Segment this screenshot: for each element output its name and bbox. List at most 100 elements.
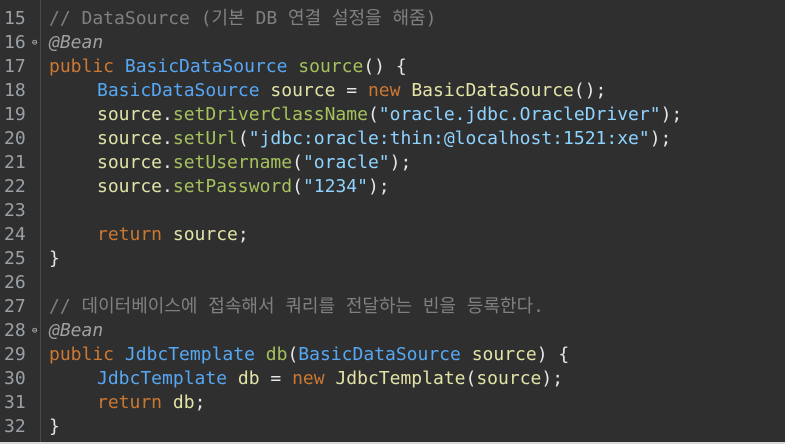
code-comment: // 데이터베이스에 접속해서 쿼리를 전달하는 빈을 등록한다. bbox=[49, 296, 544, 317]
annotation-token: @Bean bbox=[49, 320, 104, 341]
type-token: BasicDataSource bbox=[124, 56, 288, 77]
punctuation-token: = bbox=[259, 368, 293, 389]
punctuation-token: = bbox=[335, 80, 368, 101]
identifier-token: source bbox=[172, 224, 238, 245]
punctuation-token: ; bbox=[237, 224, 249, 245]
identifier-token: source bbox=[97, 152, 163, 173]
punctuation-token: } bbox=[49, 416, 60, 437]
punctuation-token: . bbox=[162, 128, 173, 149]
code-line[interactable]: return source; bbox=[97, 223, 249, 247]
keyword-token: new bbox=[367, 80, 401, 101]
type-token: JdbcTemplate bbox=[124, 344, 255, 365]
line-number[interactable]: 18 bbox=[4, 79, 34, 103]
punctuation-token: ( bbox=[237, 128, 249, 149]
punctuation-token bbox=[400, 80, 411, 101]
punctuation-token bbox=[114, 56, 125, 77]
line-number[interactable]: 27 bbox=[4, 295, 34, 319]
punctuation-token: } bbox=[49, 248, 60, 269]
punctuation-token: ); bbox=[367, 176, 390, 197]
code-line[interactable]: } bbox=[49, 415, 60, 439]
punctuation-token: ; bbox=[194, 392, 206, 413]
code-line[interactable]: BasicDataSource source = new BasicDataSo… bbox=[97, 79, 606, 103]
code-line[interactable]: source.setUrl("jdbc:oracle:thin:@localho… bbox=[97, 127, 671, 151]
annotation-token: @Bean bbox=[49, 32, 104, 53]
keyword-token: return bbox=[97, 392, 163, 413]
line-number[interactable]: 20 bbox=[4, 127, 34, 151]
punctuation-token bbox=[325, 368, 336, 389]
line-number[interactable]: 25 bbox=[4, 247, 34, 271]
line-number[interactable]: 30 bbox=[4, 367, 34, 391]
code-line[interactable]: @Bean bbox=[49, 31, 103, 55]
line-number[interactable]: 26 bbox=[4, 271, 34, 295]
line-number[interactable]: 28 bbox=[4, 319, 34, 343]
punctuation-token bbox=[162, 392, 173, 413]
line-number[interactable]: 24 bbox=[4, 223, 34, 247]
punctuation-token: ); bbox=[660, 104, 683, 125]
punctuation-token: ( bbox=[292, 176, 303, 197]
line-number[interactable]: 21 bbox=[4, 151, 34, 175]
code-line[interactable]: return db; bbox=[97, 391, 205, 415]
punctuation-token: ( bbox=[292, 152, 303, 173]
line-number[interactable]: 29 bbox=[4, 343, 34, 367]
identifier-token: db bbox=[237, 368, 260, 389]
line-number[interactable]: 32 bbox=[4, 415, 34, 439]
code-line[interactable]: @Bean bbox=[49, 319, 103, 343]
identifier-token: JdbcTemplate bbox=[335, 368, 466, 389]
code-line[interactable]: source.setDriverClassName("oracle.jdbc.O… bbox=[97, 103, 682, 127]
punctuation-token: ); bbox=[649, 128, 672, 149]
method-name-token: setUsername bbox=[172, 152, 293, 173]
punctuation-token bbox=[255, 344, 266, 365]
line-number-gutter[interactable]: 15 16 ⊖ 17 18 19 20 21 22 23 24 25 26 27 28 ⊖ 29 30 31 32 bbox=[0, 0, 41, 444]
code-line[interactable]: } bbox=[49, 247, 60, 271]
code-line[interactable]: source.setUsername("oracle"); bbox=[97, 151, 411, 175]
punctuation-token: ); bbox=[389, 152, 412, 173]
fold-collapse-icon[interactable]: ⊖ bbox=[32, 319, 40, 343]
identifier-token: source bbox=[97, 176, 163, 197]
code-comment: // DataSource (기본 DB 연결 설정을 해줌) bbox=[49, 8, 437, 29]
punctuation-token: () { bbox=[363, 56, 407, 77]
punctuation-token bbox=[227, 368, 238, 389]
identifier-token: source bbox=[97, 128, 163, 149]
identifier-token: source bbox=[476, 368, 542, 389]
code-area[interactable]: // DataSource (기본 DB 연결 설정을 해줌) @Bean publ… bbox=[41, 0, 785, 444]
keyword-token: new bbox=[292, 368, 325, 389]
method-name-token: db bbox=[265, 344, 288, 365]
line-number[interactable]: 22 bbox=[4, 175, 34, 199]
code-line[interactable]: source.setPassword("1234"); bbox=[97, 175, 390, 199]
code-line[interactable]: // DataSource (기본 DB 연결 설정을 해줌) bbox=[49, 7, 436, 31]
punctuation-token bbox=[287, 56, 298, 77]
fold-collapse-icon[interactable]: ⊖ bbox=[32, 31, 40, 55]
code-line[interactable]: // 데이터베이스에 접속해서 쿼리를 전달하는 빈을 등록한다. bbox=[49, 295, 544, 319]
identifier-token: db bbox=[172, 392, 195, 413]
keyword-token: return bbox=[97, 224, 163, 245]
code-editor[interactable]: 15 16 ⊖ 17 18 19 20 21 22 23 24 25 26 27 28 ⊖ 29 30 31 32 /… bbox=[0, 0, 785, 444]
type-token: BasicDataSource bbox=[97, 80, 260, 101]
line-number[interactable]: 17 bbox=[4, 55, 34, 79]
line-number[interactable]: 16 bbox=[4, 31, 34, 55]
punctuation-token: . bbox=[162, 176, 173, 197]
identifier-token: source bbox=[97, 104, 163, 125]
line-number[interactable]: 31 bbox=[4, 391, 34, 415]
line-number[interactable]: 23 bbox=[4, 199, 34, 223]
code-line[interactable]: public BasicDataSource source() { bbox=[49, 55, 407, 79]
punctuation-token: ( bbox=[287, 344, 299, 365]
code-line[interactable]: public JdbcTemplate db(BasicDataSource s… bbox=[49, 343, 569, 367]
string-literal: "oracle.jdbc.OracleDriver" bbox=[378, 104, 661, 125]
punctuation-token: ( bbox=[367, 104, 379, 125]
identifier-token: source bbox=[270, 80, 336, 101]
line-number[interactable]: 15 bbox=[4, 7, 34, 31]
method-name-token: setDriverClassName bbox=[172, 104, 368, 125]
punctuation-token bbox=[114, 344, 125, 365]
punctuation-token: . bbox=[162, 152, 173, 173]
punctuation-token bbox=[461, 344, 472, 365]
keyword-token: public bbox=[49, 344, 115, 365]
string-literal: "oracle" bbox=[302, 152, 390, 173]
line-number[interactable]: 19 bbox=[4, 103, 34, 127]
punctuation-token: (); bbox=[573, 80, 607, 101]
punctuation-token: ); bbox=[541, 368, 564, 389]
code-line[interactable]: JdbcTemplate db = new JdbcTemplate(sourc… bbox=[97, 367, 563, 391]
method-name-token: setUrl bbox=[172, 128, 238, 149]
method-name-token: source bbox=[298, 56, 364, 77]
string-literal: "1234" bbox=[302, 176, 368, 197]
punctuation-token: ) { bbox=[536, 344, 570, 365]
